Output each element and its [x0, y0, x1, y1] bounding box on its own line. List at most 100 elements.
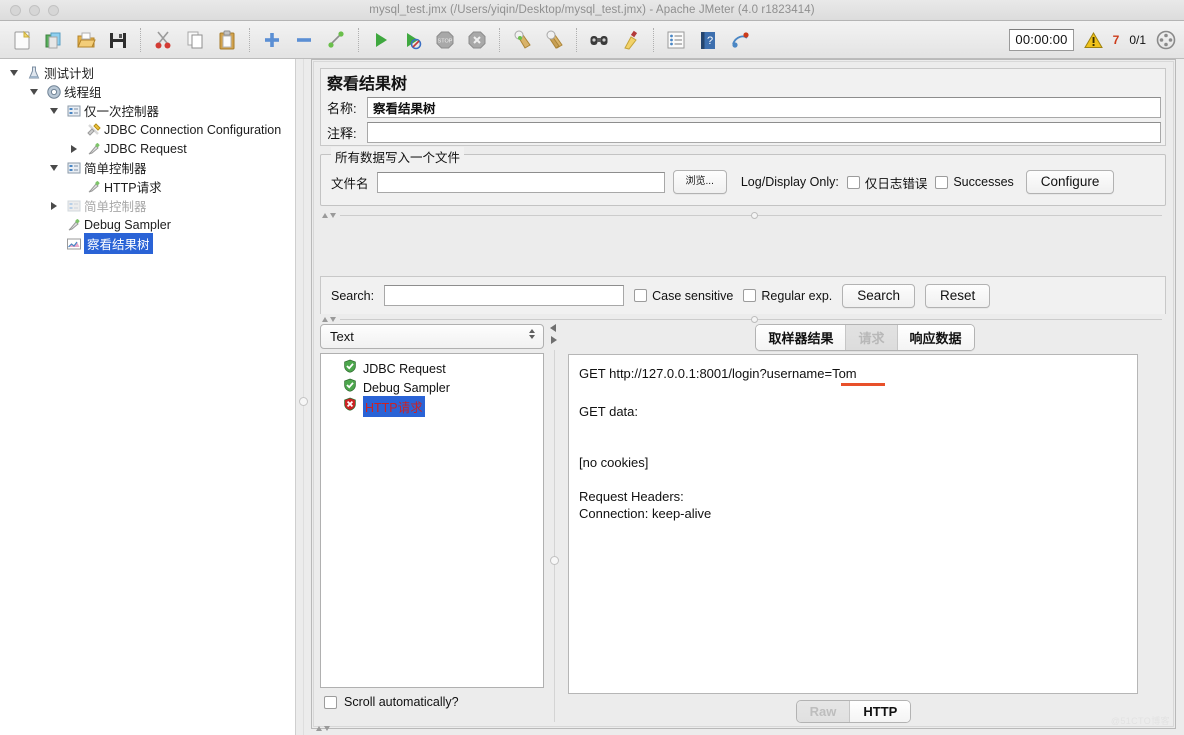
- search-input[interactable]: [384, 285, 625, 306]
- tab-2[interactable]: 请求: [846, 324, 898, 350]
- successes-checkbox[interactable]: Successes: [935, 175, 1014, 189]
- chevron-down-icon[interactable]: [4, 69, 24, 76]
- errors-only-checkbox[interactable]: 仅日志错误: [846, 173, 927, 192]
- scroll-automatically-checkbox[interactable]: Scroll automatically?: [324, 695, 459, 709]
- tree-node-1[interactable]: 测试计划: [0, 63, 295, 82]
- request-content-box[interactable]: GET http://127.0.0.1:8001/login?username…: [568, 354, 1138, 694]
- chevron-down-icon[interactable]: [44, 164, 64, 171]
- tree-node-5[interactable]: JDBC Request: [0, 139, 295, 158]
- open-icon[interactable]: [71, 26, 101, 54]
- content-line: GET http://127.0.0.1:8001/login?username…: [579, 366, 857, 381]
- splitter-handle[interactable]: [299, 397, 308, 406]
- tree-node-label: 测试计划: [44, 67, 95, 81]
- splitter-handle[interactable]: [550, 556, 559, 565]
- splitter-strip-upper[interactable]: [320, 210, 1166, 221]
- search-label: Search:: [331, 288, 375, 303]
- search-icon[interactable]: [584, 26, 614, 54]
- case-sensitive-checkbox[interactable]: Case sensitive: [634, 289, 733, 303]
- list-item[interactable]: Debug Sampler: [321, 378, 543, 397]
- thread-activity-icon[interactable]: [1156, 30, 1176, 50]
- chevron-right-icon[interactable]: [64, 144, 84, 153]
- content-line: Connection: keep-alive: [579, 505, 712, 521]
- toggle-icon[interactable]: [321, 26, 351, 54]
- collapse-down-icon[interactable]: [330, 317, 336, 322]
- tree-node-6[interactable]: 简单控制器: [0, 158, 295, 177]
- search-button[interactable]: Search: [842, 283, 916, 308]
- collapse-down-icon[interactable]: [330, 213, 336, 218]
- tree-node-9[interactable]: Debug Sampler: [0, 215, 295, 234]
- help-icon[interactable]: ?: [693, 26, 723, 54]
- test-plan-tree[interactable]: 测试计划 线程组 仅一次控制器 JDBC Connection Configur…: [0, 59, 296, 735]
- collapse-right-icon[interactable]: [551, 336, 557, 344]
- undo-redo-icon[interactable]: [725, 26, 755, 54]
- svg-text:STOP: STOP: [438, 38, 453, 44]
- collapse-down-icon[interactable]: [324, 726, 330, 731]
- tree-node-8[interactable]: 简单控制器: [0, 196, 295, 215]
- tab-3[interactable]: 响应数据: [897, 324, 974, 350]
- expand-icon[interactable]: [257, 26, 287, 54]
- chevron-down-icon[interactable]: [24, 88, 44, 95]
- start-icon[interactable]: [366, 26, 396, 54]
- regex-label: Regular exp.: [761, 288, 833, 303]
- new-icon[interactable]: [7, 26, 37, 54]
- tree-node-3[interactable]: 仅一次控制器: [0, 101, 295, 120]
- checkbox-box[interactable]: [935, 175, 949, 189]
- chevron-right-icon[interactable]: [44, 201, 64, 210]
- checkbox-box[interactable]: [743, 289, 757, 302]
- chevron-updown-icon[interactable]: [529, 329, 535, 339]
- content-line: [579, 471, 1127, 488]
- sample-result-list[interactable]: JDBC Request Debug Sampler HTTP请求: [320, 353, 544, 688]
- start-no-timers-icon[interactable]: [398, 26, 428, 54]
- collapse-icon[interactable]: [289, 26, 319, 54]
- tree-node-10[interactable]: 察看结果树: [0, 233, 295, 254]
- success-icon: [343, 359, 357, 378]
- renderer-select[interactable]: Text: [320, 324, 544, 349]
- results-detail-splitter[interactable]: [548, 324, 562, 722]
- name-input[interactable]: 察看结果树: [367, 96, 1161, 118]
- clear-all-icon[interactable]: [539, 26, 569, 54]
- collapse-up-icon[interactable]: [322, 317, 328, 322]
- list-item[interactable]: HTTP请求: [321, 396, 543, 417]
- shutdown-icon[interactable]: [462, 26, 492, 54]
- groupbox-legend: 所有数据写入一个文件: [331, 147, 465, 166]
- function-helper-icon[interactable]: [661, 26, 691, 54]
- view-mode-button-2[interactable]: HTTP: [850, 701, 911, 722]
- checkbox-box[interactable]: [846, 175, 860, 189]
- watermark: @51CTO博客: [1110, 716, 1170, 726]
- clear-icon[interactable]: [507, 26, 537, 54]
- search-reset-icon[interactable]: [616, 26, 646, 54]
- chevron-down-icon[interactable]: [44, 107, 64, 114]
- collapse-left-icon[interactable]: [550, 324, 556, 332]
- tree-node-4[interactable]: JDBC Connection Configuration: [0, 120, 295, 139]
- configure-button[interactable]: Configure: [1025, 170, 1115, 194]
- collapse-up-icon[interactable]: [316, 726, 322, 731]
- left-right-splitter[interactable]: [296, 59, 311, 735]
- window-title: mysql_test.jmx (/Users/yiqin/Desktop/mys…: [369, 4, 815, 16]
- warning-icon[interactable]: [1083, 31, 1103, 49]
- regex-checkbox[interactable]: Regular exp.: [743, 289, 832, 303]
- tree-node-label: Debug Sampler: [84, 217, 171, 232]
- checkbox-box[interactable]: [634, 289, 648, 302]
- splitter-handle[interactable]: [751, 316, 758, 323]
- splitter-handle[interactable]: [751, 212, 758, 219]
- collapse-up-icon[interactable]: [322, 213, 328, 218]
- filename-input[interactable]: [376, 171, 665, 193]
- copy-icon[interactable]: [180, 26, 210, 54]
- templates-icon[interactable]: [39, 26, 69, 54]
- checkbox-box[interactable]: [324, 695, 337, 709]
- comment-input[interactable]: [367, 122, 1161, 143]
- browse-button[interactable]: 浏览...: [672, 170, 727, 194]
- paste-icon[interactable]: [212, 26, 242, 54]
- stop-icon[interactable]: STOP: [430, 26, 460, 54]
- cut-icon[interactable]: [148, 26, 178, 54]
- tree-node-2[interactable]: 线程组: [0, 82, 295, 101]
- list-item[interactable]: JDBC Request: [321, 359, 543, 378]
- tree-node-7[interactable]: HTTP请求: [0, 177, 295, 196]
- reset-button[interactable]: Reset: [925, 283, 991, 308]
- toolbar-separator: [358, 27, 359, 52]
- toolbar-group-edit: [147, 26, 243, 54]
- save-icon[interactable]: [103, 26, 133, 54]
- view-mode-button-1[interactable]: Raw: [796, 701, 851, 722]
- bottom-splitter-carets[interactable]: [316, 726, 330, 731]
- tab-1[interactable]: 取样器结果: [756, 324, 847, 350]
